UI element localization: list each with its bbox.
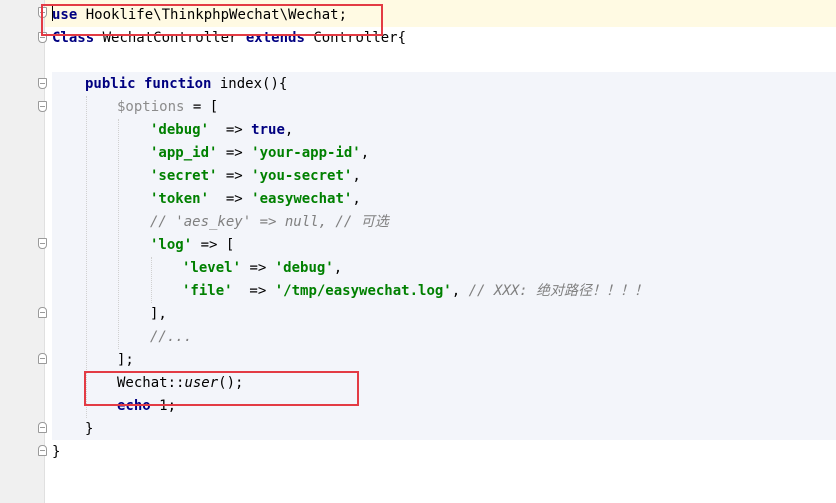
code-line-6[interactable]: 'debug' => true, [150, 119, 293, 142]
code-line-4[interactable]: public function index(){ [85, 73, 287, 96]
code-comment: //... [150, 329, 193, 345]
separator: , [333, 260, 343, 276]
array-close: ]; [117, 352, 134, 368]
separator: , [352, 191, 361, 207]
array-key: 'file' [182, 283, 233, 299]
arrow-operator: => [232, 283, 275, 299]
code-line-16[interactable]: ]; [117, 349, 134, 372]
code-comment: // 'aes_key' => null, // 可选 [150, 214, 389, 230]
fold-toggle-icon[interactable] [38, 307, 47, 318]
array-value: 'your-app-id' [251, 145, 361, 161]
array-key: 'token' [150, 191, 210, 207]
array-key: 'secret' [150, 168, 218, 184]
separator: , [360, 145, 370, 161]
code-line-12[interactable]: 'level' => 'debug', [182, 257, 342, 280]
code-line-9[interactable]: 'token' => 'easywechat', [150, 188, 361, 211]
code-line-13[interactable]: 'file' => '/tmp/easywechat.log', // XXX:… [182, 280, 648, 303]
annotation-box-wechat-user-call [84, 371, 359, 406]
variable-options: $options [117, 99, 185, 115]
assignment: = [ [184, 99, 219, 115]
fold-toggle-icon[interactable] [38, 353, 47, 364]
separator: , [284, 122, 294, 138]
code-line-20[interactable]: } [52, 441, 60, 464]
arrow-operator: => [217, 145, 252, 161]
arrow-operator: => [217, 168, 252, 184]
array-key: 'level' [182, 260, 242, 276]
code-comment: // XXX: 绝对路径！！！！ [468, 283, 649, 299]
indent-guide [151, 257, 152, 303]
code-line-5[interactable]: $options = [ [117, 96, 218, 119]
array-key: 'debug' [150, 122, 210, 138]
code-line-19[interactable]: } [85, 418, 93, 441]
array-value: '/tmp/easywechat.log' [274, 283, 452, 299]
arrow-operator: => [241, 260, 275, 276]
annotation-box-use-statement [41, 4, 383, 36]
separator: , [451, 283, 469, 299]
array-value: true [251, 122, 285, 138]
fold-toggle-icon[interactable] [38, 238, 47, 249]
array-value: 'easywechat' [251, 191, 353, 207]
array-value: 'you-secret' [251, 168, 353, 184]
code-line-15[interactable]: //... [150, 326, 192, 349]
indent-guide [118, 119, 119, 349]
arrow-operator: => [209, 191, 252, 207]
nested-array-close: ], [150, 306, 167, 322]
arrow-operator: => [209, 122, 252, 138]
fold-toggle-icon[interactable] [38, 422, 47, 433]
code-line-14[interactable]: ], [150, 303, 167, 326]
array-key: 'app_id' [150, 145, 218, 161]
keyword-public: public [85, 76, 136, 92]
array-value: 'debug' [274, 260, 334, 276]
array-key: 'log' [150, 237, 193, 253]
separator: , [352, 168, 361, 184]
fold-toggle-icon[interactable] [38, 78, 47, 89]
class-close-brace: } [52, 444, 61, 460]
code-line-10[interactable]: // 'aes_key' => null, // 可选 [150, 211, 389, 234]
fold-toggle-icon[interactable] [38, 101, 47, 112]
fold-toggle-icon[interactable] [38, 445, 47, 456]
nested-array-open: => [ [192, 237, 235, 253]
keyword-function: function [135, 76, 212, 92]
method-signature: index(){ [211, 76, 288, 92]
method-close-brace: } [85, 421, 94, 437]
code-line-7[interactable]: 'app_id' => 'your-app-id', [150, 142, 369, 165]
indent-guide [86, 96, 87, 418]
code-line-8[interactable]: 'secret' => 'you-secret', [150, 165, 361, 188]
code-line-11[interactable]: 'log' => [ [150, 234, 234, 257]
code-editor[interactable]: use Hooklife\ThinkphpWechat\Wechat; Clas… [0, 0, 836, 503]
